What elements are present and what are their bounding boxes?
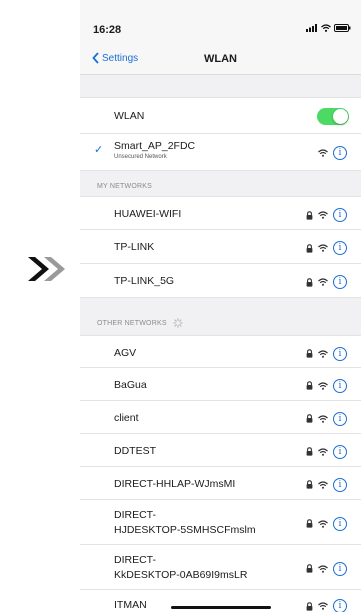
network-row[interactable]: DIRECT-HHLAP-WJmsMI i [80, 467, 361, 500]
status-time: 16:28 [93, 24, 122, 36]
network-row[interactable]: DDTEST i [80, 434, 361, 467]
network-name: ITMAN [114, 599, 147, 611]
double-chevron-right-icon [28, 257, 65, 281]
network-name: BaGua [114, 378, 147, 391]
network-name: AGV [114, 346, 137, 359]
lock-icon [306, 243, 313, 253]
network-name: TP-LINK_5G [114, 275, 175, 287]
navigation-bar: Settings WLAN [80, 38, 361, 75]
info-icon[interactable]: i [333, 477, 347, 492]
network-name: DIRECT- [114, 508, 156, 521]
wifi-icon [318, 519, 328, 528]
wlan-label: WLAN [114, 110, 145, 122]
network-name: DIRECT- [114, 553, 156, 566]
info-icon[interactable]: i [333, 411, 347, 426]
info-icon[interactable]: i [333, 146, 347, 160]
network-name: DDTEST [114, 444, 156, 457]
wifi-icon [318, 381, 328, 390]
status-icons [306, 24, 351, 32]
row-icons: i [306, 241, 347, 255]
info-icon[interactable]: i [333, 241, 347, 255]
page-title: WLAN [204, 53, 237, 65]
info-icon[interactable]: i [333, 444, 347, 459]
info-icon[interactable]: i [333, 516, 347, 531]
lock-icon [306, 447, 313, 456]
network-row[interactable]: TP-LINK i [80, 230, 361, 264]
wifi-icon [318, 602, 328, 610]
connected-network-name: Smart_AP_2FDC [114, 140, 196, 152]
info-icon[interactable]: i [333, 599, 347, 612]
lock-icon [306, 601, 313, 611]
wifi-icon [318, 244, 328, 252]
row-icons: i [306, 516, 347, 531]
wifi-icon [318, 480, 328, 489]
connected-network-subtitle: Unsecured Network [114, 154, 167, 160]
info-icon[interactable]: i [333, 346, 347, 361]
row-icons: i [306, 444, 347, 459]
lock-icon [306, 564, 313, 573]
network-row[interactable]: BaGua i [80, 368, 361, 401]
row-icons: i [306, 599, 347, 612]
wifi-icon [318, 447, 328, 456]
lock-icon [306, 480, 313, 489]
row-icons: i [306, 477, 347, 492]
my-networks-title: MY NETWORKS [97, 183, 152, 190]
signal-icon [306, 24, 317, 32]
status-bar: 16:28 [80, 0, 361, 38]
info-icon[interactable]: i [333, 208, 347, 222]
lock-icon [306, 414, 313, 423]
lock-icon [306, 349, 313, 358]
battery-icon [334, 24, 351, 32]
checkmark-icon: ✓ [94, 144, 104, 156]
wifi-icon [318, 414, 328, 423]
row-icons: i [306, 346, 347, 361]
network-name: HUAWEI-WIFI [114, 208, 182, 220]
lock-icon [306, 210, 313, 220]
home-indicator [171, 606, 271, 609]
lock-icon [306, 277, 313, 287]
network-row[interactable]: client i [80, 401, 361, 434]
row-icons: i [306, 411, 347, 426]
row-icons: i [306, 275, 347, 289]
wlan-toggle[interactable] [317, 108, 349, 125]
row-icons: i [306, 378, 347, 393]
wifi-icon [318, 564, 328, 573]
phone-screen: 16:28 Settings WLAN WLAN ✓ Smart_AP_2FDC… [80, 0, 361, 612]
network-row[interactable]: HUAWEI-WIFI i [80, 196, 361, 230]
network-row[interactable]: TP-LINK_5G i [80, 264, 361, 298]
wlan-toggle-row: WLAN [80, 97, 361, 134]
my-networks-header: MY NETWORKS [97, 183, 361, 190]
network-row[interactable]: AGV i [80, 335, 361, 368]
network-name: client [114, 411, 139, 424]
row-icons: i [306, 208, 347, 222]
network-name-line2: HJDESKTOP-5SMHSCFmslm [114, 523, 256, 536]
info-icon[interactable]: i [333, 378, 347, 393]
toggle-knob [333, 109, 348, 124]
info-icon[interactable]: i [333, 275, 347, 289]
wifi-icon [318, 349, 328, 358]
network-row[interactable]: DIRECT- KkDESKTOP-0AB69I9msLR i [80, 545, 361, 590]
spinner-icon [173, 318, 183, 328]
lock-icon [306, 381, 313, 390]
wifi-icon [318, 278, 328, 286]
lock-icon [306, 519, 313, 528]
wifi-icon [318, 149, 328, 157]
network-name: TP-LINK [114, 241, 155, 253]
network-name-line2: KkDESKTOP-0AB69I9msLR [114, 568, 248, 581]
wifi-icon [318, 211, 328, 219]
network-name: DIRECT-HHLAP-WJmsMI [114, 477, 236, 490]
other-networks-title: OTHER NETWORKS [97, 319, 167, 327]
info-icon[interactable]: i [333, 561, 347, 576]
network-row[interactable]: DIRECT- HJDESKTOP-5SMHSCFmslm i [80, 500, 361, 545]
row-icons: i [318, 146, 347, 160]
row-icons: i [306, 561, 347, 576]
wifi-icon [321, 24, 331, 32]
connected-network-row[interactable]: ✓ Smart_AP_2FDC Unsecured Network i [80, 134, 361, 171]
other-networks-header: OTHER NETWORKS [97, 318, 361, 328]
